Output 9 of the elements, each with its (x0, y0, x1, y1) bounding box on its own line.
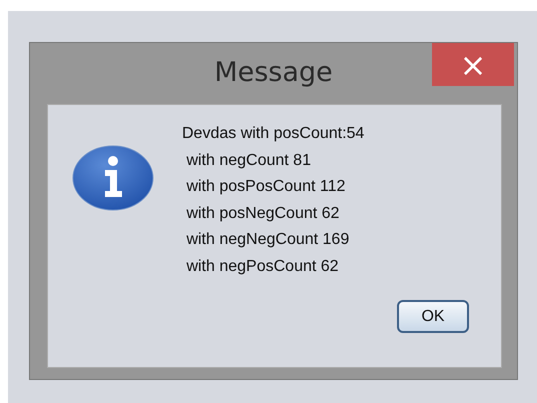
message-line: Devdas with posCount:54 (182, 125, 364, 144)
window-title: Message (214, 57, 333, 88)
message-line: with negCount 81 (185, 152, 312, 170)
ok-button[interactable]: OK (397, 300, 469, 333)
close-button[interactable]: × (432, 43, 514, 86)
message-line: with posPosCount 112 (185, 178, 346, 197)
message-line: with negPosCount 62 (185, 258, 340, 276)
message-line: with negNegCount 169 (185, 231, 350, 250)
message-line: with posNegCount 62 (185, 204, 340, 224)
